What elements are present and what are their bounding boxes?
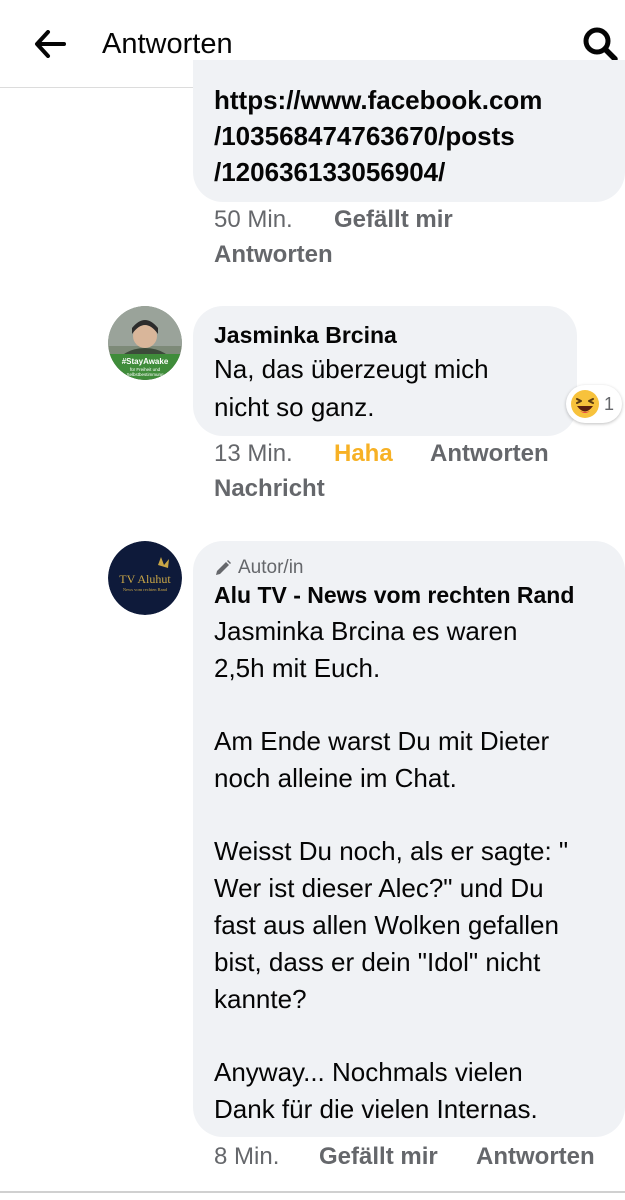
comment-text-line: Dank für die vielen Internas. [214,1094,538,1124]
avatar[interactable]: #StayAwake für Freiheit und Selbstbestim… [108,306,182,380]
search-icon [583,27,618,62]
like-button[interactable]: Gefällt mir [319,1141,438,1173]
comment-text-line: kannte? [214,984,307,1014]
comment-text-line: fast aus allen Wolken gefallen [214,910,559,940]
avatar-text: News vom rechten Rand [123,587,168,592]
avatar-text: Selbstbestimmung [126,372,164,377]
reaction-count: 1 [604,394,615,414]
haha-reaction-button[interactable]: Haha [334,438,393,470]
haha-emoji-icon [571,390,599,418]
pencil-icon [216,560,231,575]
author-badge-label: Autor/in [238,557,304,578]
comment-link-line[interactable]: /103568474763670/posts [214,117,515,155]
comment-text-line: Weisst Du noch, als er sagte: " [214,836,569,866]
like-button[interactable]: Gefällt mir [334,204,453,236]
comment-text-line: nicht so ganz. [214,392,375,422]
comment-time: 13 Min. [214,440,293,467]
comment-text-line: bist, dass er dein "Idol" nicht [214,947,541,977]
comment-link-line[interactable]: https://www.facebook.com [214,81,542,119]
avatar-text: TV Aluhut [119,572,171,586]
page-title: Antworten [102,28,233,60]
reply-button[interactable]: Antworten [430,438,549,470]
divider [0,1191,625,1193]
comment-text-line: Na, das überzeugt mich [214,354,489,384]
comment-text-line: noch alleine im Chat. [214,763,457,793]
comment-time: 8 Min. [214,1143,280,1170]
arrow-left-icon [35,30,66,58]
comment-text-line: Jasminka Brcina es waren [214,616,518,646]
comment-text-line: Wer ist dieser Alec?" und Du [214,873,544,903]
reply-button[interactable]: Antworten [476,1141,595,1173]
avatar-image: TV Aluhut News vom rechten Rand [108,541,182,615]
avatar-text: #StayAwake [122,357,169,366]
comment-text-line: 2,5h mit Euch. [214,653,381,683]
reaction-badge[interactable]: 1 [566,385,623,423]
reply-button[interactable]: Antworten [214,239,333,271]
back-button[interactable] [30,26,70,62]
comment-time: 50 Min. [214,206,293,233]
comment-author[interactable]: Alu TV - News vom rechten Rand [214,580,574,610]
comment-text-line: Am Ende warst Du mit Dieter [214,726,550,756]
message-button[interactable]: Nachricht [214,473,325,505]
avatar[interactable]: TV Aluhut News vom rechten Rand [108,541,182,615]
comment-link-line[interactable]: /120636133056904/ [214,153,445,191]
comment-author[interactable]: Jasminka Brcina [214,320,397,350]
comment-text-line: Anyway... Nochmals vielen [214,1057,523,1087]
avatar-image: #StayAwake für Freiheit und Selbstbestim… [108,306,182,380]
author-badge: Autor/in [214,556,303,580]
